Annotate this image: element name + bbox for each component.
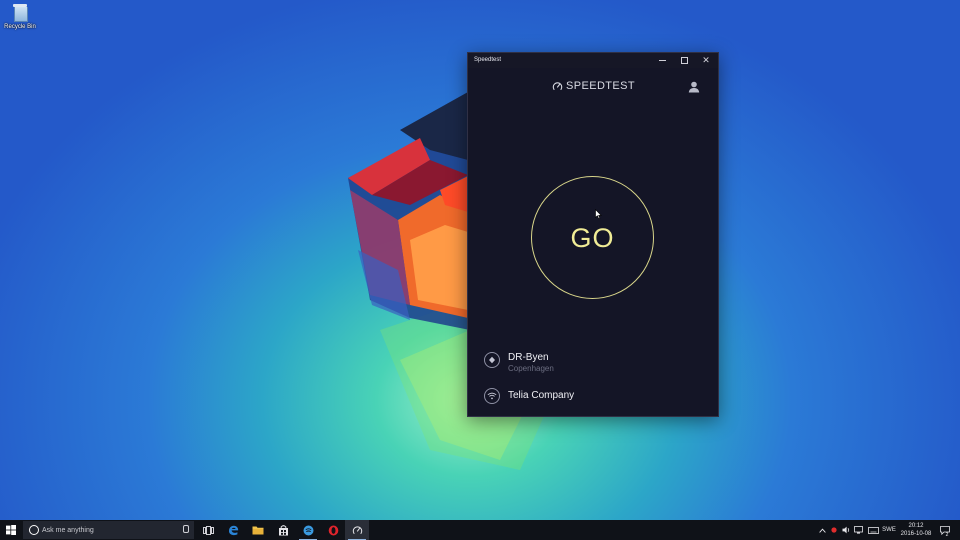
isp-info: Telia Company [484,388,574,404]
opera-browser-icon [328,525,338,535]
app-body: SPEEDTEST GO DR-Byen Copenhagen Telia Co… [468,68,718,416]
mouse-pointer-icon [595,209,602,220]
folder-icon [252,526,264,535]
window-title: Speedtest [474,57,502,63]
store-bag-icon [278,524,288,535]
server-pin-icon [484,352,500,368]
speedtest-taskbar-icon [352,525,362,534]
clock-time: 20:12 [908,523,924,529]
volume-button[interactable] [840,520,852,540]
start-button[interactable] [0,520,22,540]
network-button[interactable] [853,520,865,540]
speedtest-window: Speedtest ✕ SPEEDTEST GO DR-Byen Copenha… [467,52,719,417]
server-name: DR-Byen [508,352,549,363]
minimize-icon [658,60,666,61]
search-placeholder: Ask me anything [42,527,94,534]
gauge-icon [552,81,563,90]
network-icon [854,526,863,534]
window-titlebar[interactable]: Speedtest ✕ [468,53,718,68]
wifi-icon [484,388,500,404]
brand-text: SPEEDTEST [566,80,636,92]
close-icon: ✕ [702,55,710,65]
app-circle-icon [303,525,313,535]
clock[interactable]: 20:12 2016-10-08 [898,522,934,538]
maximize-button[interactable] [673,53,695,68]
windows-logo-icon [6,525,16,535]
notification-count-badge: 2 [945,532,949,538]
recycle-bin-icon [12,4,28,22]
taskbar-app-blue[interactable] [296,520,320,540]
go-button[interactable]: GO [531,176,654,299]
keyboard-icon [867,526,879,534]
record-dot-icon [831,527,837,533]
taskbar-opera[interactable] [321,520,345,540]
close-button[interactable]: ✕ [695,53,717,68]
taskbar-file-explorer[interactable] [246,520,270,540]
taskbar-edge[interactable] [221,520,245,540]
recycle-bin-shortcut[interactable]: Recycle Bin [2,4,38,31]
edge-browser-icon [228,525,238,535]
recycle-bin-label: Recycle Bin [4,24,36,30]
server-location: Copenhagen [508,364,554,373]
tray-overflow-button[interactable] [817,520,827,540]
task-view-icon [202,525,214,535]
tray-app-button[interactable] [829,520,839,540]
cortana-icon [29,525,39,535]
taskbar: Ask me anything SWE 20:12 2016-10-08 2 [0,520,960,540]
task-view-button[interactable] [196,520,220,540]
isp-name: Telia Company [508,390,575,401]
maximize-icon [680,57,688,64]
go-label: GO [570,222,615,253]
microphone-icon[interactable] [183,525,189,533]
speedtest-brand: SPEEDTEST [552,79,635,93]
cortana-search-box[interactable]: Ask me anything [23,521,194,539]
server-selector[interactable]: DR-Byen Copenhagen [484,352,554,374]
speaker-icon [842,526,849,534]
user-icon[interactable] [687,80,701,94]
chevron-up-icon [818,528,826,533]
keyboard-button[interactable] [866,520,880,540]
clock-date: 2016-10-08 [900,531,932,537]
language-indicator[interactable]: SWE [881,520,897,540]
minimize-button[interactable] [651,53,673,68]
taskbar-speedtest[interactable] [345,520,369,540]
language-label: SWE [882,527,896,533]
taskbar-store[interactable] [271,520,295,540]
